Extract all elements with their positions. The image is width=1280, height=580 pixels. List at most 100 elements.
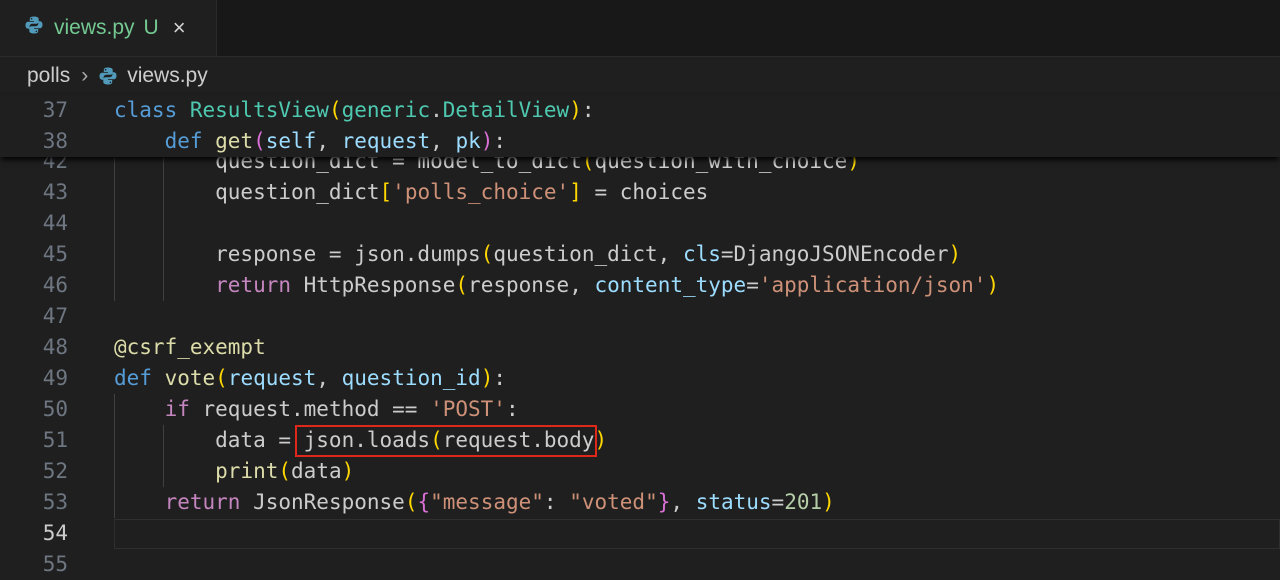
sticky-scroll-header[interactable]: 37 class ResultsView(generic.DetailView):… bbox=[0, 95, 1280, 157]
code-token: cls bbox=[682, 242, 721, 266]
code-line[interactable]: 53 return JsonResponse({"message": "vote… bbox=[0, 487, 1280, 518]
code-token: = choices bbox=[581, 180, 709, 204]
code-token: ) bbox=[569, 98, 582, 122]
code-line[interactable]: 50 if request.method == 'POST': bbox=[0, 394, 1280, 425]
code-text: def vote(request, question_id): bbox=[114, 363, 506, 394]
code-token: question_dict bbox=[114, 180, 380, 204]
code-token: ResultsView bbox=[189, 98, 329, 122]
line-number: 53 bbox=[42, 490, 68, 514]
line-number: 55 bbox=[42, 552, 68, 576]
line-number: 52 bbox=[42, 459, 68, 483]
code-token: response, bbox=[468, 273, 595, 297]
code-text: print(data) bbox=[114, 456, 354, 487]
indent-guide bbox=[163, 208, 165, 239]
code-line[interactable]: 46 return HttpResponse(response, content… bbox=[0, 270, 1280, 301]
code-token: content_type bbox=[594, 273, 747, 297]
python-file-icon bbox=[98, 66, 118, 86]
tab-views-py[interactable]: views.py U × bbox=[0, 0, 217, 56]
code-token: print bbox=[215, 459, 279, 483]
code-token: data bbox=[291, 459, 342, 483]
highlight-annotation-box bbox=[295, 425, 597, 457]
code-token: : bbox=[505, 397, 519, 421]
code-token: ) bbox=[341, 459, 355, 483]
code-token: ( bbox=[455, 273, 469, 297]
line-number: 38 bbox=[42, 129, 68, 153]
code-token: ( bbox=[328, 98, 342, 122]
code-token: request.method == bbox=[189, 397, 431, 421]
line-number: 49 bbox=[42, 366, 68, 390]
code-token: ) bbox=[822, 490, 835, 514]
line-number: 51 bbox=[42, 428, 68, 452]
code-token: . bbox=[430, 98, 443, 122]
code-token: status bbox=[695, 490, 772, 514]
python-file-icon bbox=[24, 15, 44, 41]
code-token: request bbox=[341, 129, 431, 153]
code-token: "message" bbox=[430, 490, 544, 514]
code-line[interactable]: 44 bbox=[0, 208, 1280, 239]
tab-bar: views.py U × bbox=[0, 0, 1280, 57]
code-line[interactable]: 45 response = json.dumps(question_dict, … bbox=[0, 239, 1280, 270]
code-token: class bbox=[114, 98, 190, 122]
code-text: return HttpResponse(response, content_ty… bbox=[114, 270, 999, 301]
code-token: JsonResponse bbox=[240, 490, 405, 514]
close-icon[interactable]: × bbox=[173, 15, 186, 41]
code-token: return bbox=[215, 273, 292, 297]
breadcrumb-file[interactable]: views.py bbox=[127, 64, 208, 88]
line-number: 47 bbox=[42, 304, 68, 328]
code-token: ] bbox=[569, 180, 582, 204]
line-number: 50 bbox=[42, 397, 68, 421]
line-number: 54 bbox=[42, 521, 68, 545]
code-token: 'application/json' bbox=[758, 273, 987, 297]
code-line[interactable]: 48 @csrf_exempt bbox=[0, 332, 1280, 363]
code-token: , bbox=[670, 490, 696, 514]
code-token: vote bbox=[164, 366, 216, 390]
code-token: = bbox=[746, 273, 759, 297]
code-line[interactable]: 49 def vote(request, question_id): bbox=[0, 363, 1280, 394]
code-text: if request.method == 'POST': bbox=[114, 394, 519, 425]
code-token: ( bbox=[404, 490, 418, 514]
code-token: , bbox=[430, 129, 456, 153]
code-token: , bbox=[316, 366, 342, 390]
indent-guide bbox=[114, 208, 115, 239]
line-number: 48 bbox=[42, 335, 68, 359]
code-token: return bbox=[164, 490, 241, 514]
code-token: = bbox=[771, 490, 785, 514]
code-line[interactable]: 55 bbox=[0, 549, 1280, 580]
code-text: @csrf_exempt bbox=[114, 332, 266, 363]
code-text: question_dict['polls_choice'] = choices bbox=[114, 177, 708, 208]
code-line[interactable]: 51 data = json.loads(request.body) bbox=[0, 425, 1280, 456]
code-token: : bbox=[543, 490, 570, 514]
line-number: 46 bbox=[42, 273, 68, 297]
breadcrumb-folder[interactable]: polls bbox=[27, 64, 70, 88]
code-token: 'POST' bbox=[430, 397, 506, 421]
code-token: "voted" bbox=[569, 490, 658, 514]
code-line[interactable]: 47 bbox=[0, 301, 1280, 332]
code-token: if bbox=[164, 397, 190, 421]
code-line[interactable]: 43 question_dict['polls_choice'] = choic… bbox=[0, 177, 1280, 208]
git-status-badge: U bbox=[143, 16, 159, 39]
code-text: def get(self, request, pk): bbox=[114, 126, 506, 157]
code-token: question_dict, bbox=[493, 242, 683, 266]
code-token: pk bbox=[455, 129, 481, 153]
code-token: DetailView bbox=[442, 98, 570, 122]
code-token: 'polls_choice' bbox=[392, 180, 570, 204]
code-token: def bbox=[164, 129, 216, 153]
code-text: response = json.dumps(question_dict, cls… bbox=[114, 239, 961, 270]
code-token: generic bbox=[341, 98, 431, 122]
code-token: @csrf_exempt bbox=[114, 335, 266, 359]
line-number: 45 bbox=[42, 242, 68, 266]
tab-filename: views.py bbox=[54, 16, 135, 39]
code-line[interactable]: 38 def get(self, request, pk): bbox=[0, 126, 1280, 157]
code-token: ) bbox=[986, 273, 1000, 297]
code-token: self bbox=[265, 129, 317, 153]
code-text: class ResultsView(generic.DetailView): bbox=[114, 95, 595, 126]
code-token: { bbox=[417, 490, 431, 514]
code-token: ) bbox=[480, 129, 494, 153]
code-line[interactable]: 52 print(data) bbox=[0, 456, 1280, 487]
code-token: : bbox=[493, 129, 507, 153]
code-line[interactable]: 37 class ResultsView(generic.DetailView): bbox=[0, 95, 1280, 126]
code-token: ) bbox=[480, 366, 494, 390]
